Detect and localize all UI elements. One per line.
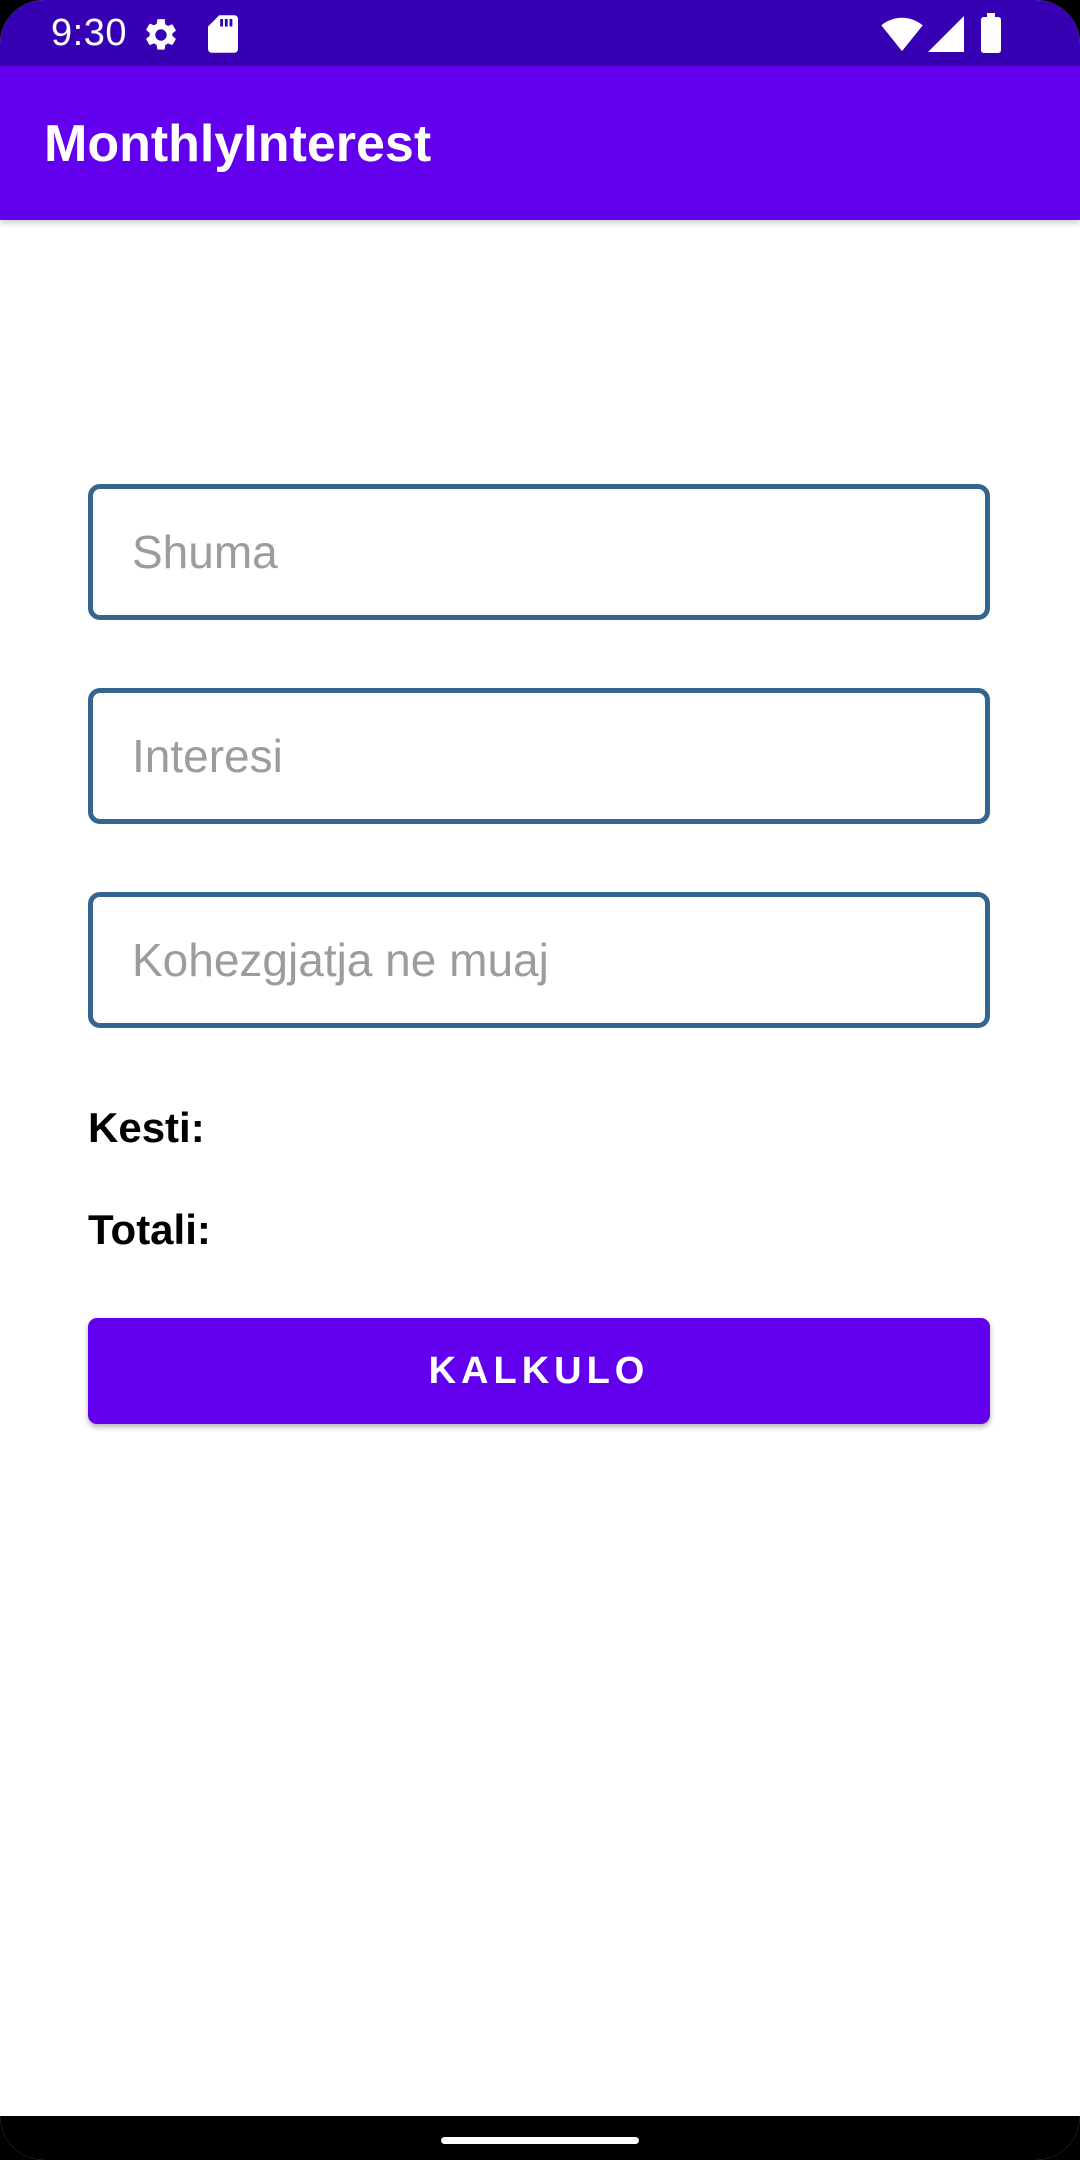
amount-field bbox=[88, 484, 990, 620]
installment-label: Kesti: bbox=[88, 1104, 205, 1151]
status-bar: 9:30 bbox=[0, 0, 1080, 66]
wifi-icon bbox=[881, 17, 923, 52]
battery-icon bbox=[981, 13, 1001, 53]
interest-input[interactable] bbox=[93, 693, 985, 819]
duration-input[interactable] bbox=[93, 897, 985, 1023]
status-time: 9:30 bbox=[51, 12, 127, 54]
home-gesture-handle[interactable] bbox=[441, 2137, 639, 2144]
gear-icon bbox=[146, 19, 176, 50]
total-label: Totali: bbox=[88, 1206, 211, 1253]
navigation-bar bbox=[0, 2116, 1080, 2160]
app-bar: MonthlyInterest bbox=[0, 66, 1080, 220]
amount-input[interactable] bbox=[93, 489, 985, 615]
interest-field bbox=[88, 688, 990, 824]
signal-icon bbox=[928, 16, 964, 52]
app-title: MonthlyInterest bbox=[44, 115, 432, 173]
app-screen: 9:30 MonthlyInterest Kesti: Totali: KALK… bbox=[0, 0, 1080, 2160]
duration-field bbox=[88, 892, 990, 1028]
calculate-button[interactable]: KALKULO bbox=[88, 1318, 990, 1424]
sd-card-icon bbox=[208, 15, 238, 53]
